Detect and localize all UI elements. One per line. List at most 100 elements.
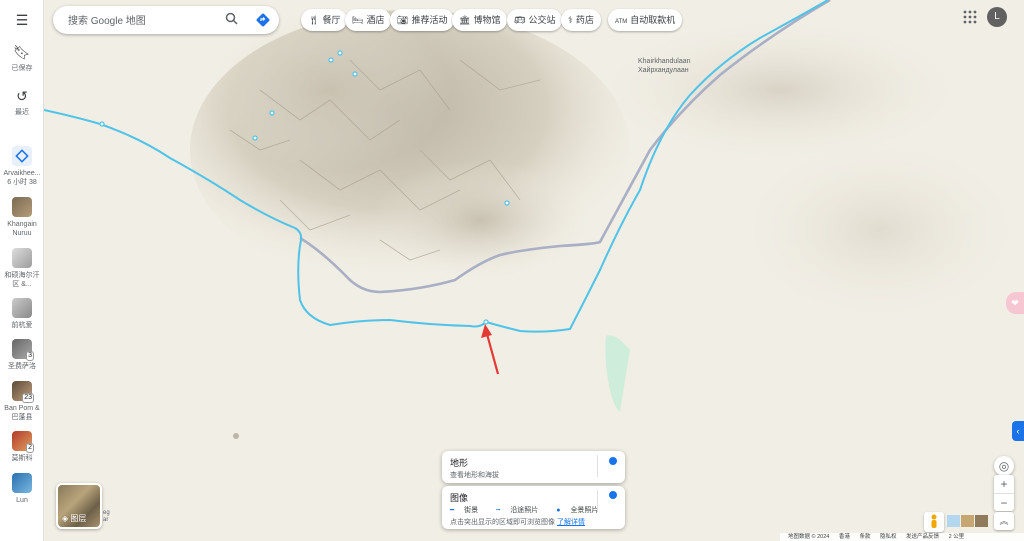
place-thumbnail bbox=[12, 248, 32, 268]
pharmacy-icon: ⚕ bbox=[568, 15, 573, 25]
chip-things-to-do[interactable]: 📷︎ 推荐活动 bbox=[390, 9, 455, 31]
count-badge: 2 bbox=[26, 443, 34, 453]
recent-item-label: Ban Pom & bbox=[4, 405, 40, 412]
expand-button[interactable]: ︽ bbox=[994, 512, 1014, 530]
imagery-legend: ━ 街景 ┅ 沿途照片 ● 全景照片 bbox=[450, 506, 617, 516]
chevron-left-icon: ‹ bbox=[1016, 426, 1020, 436]
layers-icon: ◈ bbox=[62, 514, 69, 523]
place-label[interactable]: Khairkhandulaan Хайрхандулаан bbox=[638, 57, 691, 75]
collapse-panel-button[interactable]: ‹ bbox=[1012, 421, 1024, 441]
zoom-in-button[interactable]: + bbox=[994, 475, 1014, 493]
directions-icon bbox=[12, 146, 32, 166]
recent-item-label: 前杭爱 bbox=[11, 322, 33, 329]
recent-item[interactable]: 前杭爱 bbox=[0, 298, 44, 330]
recent-item-sublabel: Nuruu bbox=[12, 230, 32, 237]
region-link[interactable]: 香港 bbox=[839, 534, 850, 540]
place-thumbnail: 2 bbox=[12, 431, 34, 453]
zoom-out-button[interactable]: − bbox=[994, 493, 1014, 512]
recent-item-label: 和硕海尔汗 bbox=[4, 272, 40, 279]
my-location-button[interactable]: ◎ bbox=[994, 456, 1014, 476]
museum-icon: 🏛︎ bbox=[459, 15, 471, 25]
recent-item[interactable]: Khangain Nuruu bbox=[0, 197, 44, 238]
recent-item[interactable]: 和硕海尔汗 区 &... bbox=[0, 248, 44, 289]
learn-more-link[interactable]: 了解详情 bbox=[557, 519, 585, 526]
solid-line-icon: ━ bbox=[450, 507, 455, 514]
saved-button[interactable]: 🔖︎ 已保存 bbox=[0, 44, 44, 73]
chip-label: 公交站 bbox=[528, 15, 556, 25]
feedback-side-button[interactable]: ❤ bbox=[1006, 292, 1024, 314]
apps-grid-icon[interactable] bbox=[962, 9, 978, 25]
chip-transit[interactable]: 🚌︎ 公交站 bbox=[507, 9, 563, 31]
pano-dot-icon: ● bbox=[556, 507, 561, 514]
hamburger-icon: ☰ bbox=[15, 12, 29, 28]
my-location-icon: ◎ bbox=[998, 459, 1010, 473]
layers-button[interactable]: ◈ 图层 bbox=[56, 483, 102, 529]
plus-icon: + bbox=[1000, 477, 1008, 491]
place-thumbnail: 23 bbox=[12, 381, 34, 403]
directions-icon[interactable] bbox=[255, 12, 271, 28]
chip-label: 酒店 bbox=[366, 15, 385, 25]
fork-knife-icon: 🍴︎ bbox=[308, 15, 320, 25]
recent-button[interactable]: ↺ 最近 bbox=[0, 88, 44, 117]
recent-item[interactable]: Lun bbox=[0, 473, 44, 505]
saved-label: 已保存 bbox=[11, 65, 33, 72]
chip-atm[interactable]: ATM 自动取款机 bbox=[608, 9, 683, 31]
history-icon: ↺ bbox=[16, 88, 28, 104]
atm-icon: ATM bbox=[615, 19, 628, 25]
chip-museums[interactable]: 🏛︎ 博物馆 bbox=[452, 9, 508, 31]
terrain-title: 地形 bbox=[450, 458, 469, 468]
imagery-desc: 点击突出显示的区域即可浏览图像 了解详情 bbox=[450, 518, 617, 528]
imagery-toggle[interactable] bbox=[609, 491, 617, 499]
terms-link[interactable]: 条款 bbox=[859, 534, 870, 540]
thumbnail-text-line: eg bbox=[103, 510, 110, 516]
recent-item-label: 圣费萨洛 bbox=[8, 363, 36, 370]
zoom-controls: + − bbox=[994, 475, 1014, 511]
recent-item[interactable]: 3 圣费萨洛 bbox=[0, 339, 44, 371]
layers-label: ◈ 图层 bbox=[62, 513, 86, 524]
search-box bbox=[53, 6, 279, 34]
place-label-mn: Хайрхандулаан bbox=[638, 67, 689, 74]
recent-item[interactable]: 23 Ban Pom & 巴蓬县 bbox=[0, 381, 44, 422]
search-input[interactable] bbox=[66, 12, 220, 30]
recent-item[interactable]: 2 莫斯科 bbox=[0, 431, 44, 463]
chip-label: 推荐活动 bbox=[411, 15, 448, 25]
legend-photos: ┅ 沿途照片 bbox=[496, 507, 546, 514]
pegman-button[interactable] bbox=[924, 512, 944, 532]
legend-street: ━ 街景 bbox=[450, 507, 486, 514]
legend-photos-label: 沿途照片 bbox=[510, 507, 539, 514]
bed-icon: 🛏︎ bbox=[352, 15, 364, 25]
chevron-up-icon: ︽ bbox=[999, 516, 1009, 526]
feedback-link[interactable]: 发送产品反馈 bbox=[906, 534, 939, 540]
place-label-en: Khairkhandulaan bbox=[638, 58, 691, 65]
recent-item-sublabel: 区 &... bbox=[12, 281, 32, 288]
count-badge: 3 bbox=[26, 351, 34, 361]
chip-label: 餐厅 bbox=[322, 15, 341, 25]
imagery-desc-text: 点击突出显示的区域即可浏览图像 bbox=[450, 519, 555, 526]
chip-pharmacies[interactable]: ⚕ 药店 bbox=[561, 9, 601, 31]
imagery-title: 图像 bbox=[450, 493, 469, 503]
terrain-toggle[interactable] bbox=[609, 457, 617, 465]
place-thumbnail: 3 bbox=[12, 339, 34, 361]
recent-item-sublabel: 巴蓬县 bbox=[11, 414, 33, 421]
recent-item-sublabel: 6 小时 38 bbox=[7, 179, 37, 186]
map-type-thumbnails[interactable] bbox=[947, 515, 989, 527]
bookmark-icon: 🔖︎ bbox=[13, 44, 31, 60]
menu-button[interactable]: ☰ bbox=[0, 12, 44, 32]
legend-pano-label: 全景照片 bbox=[570, 507, 599, 514]
place-thumbnail bbox=[12, 473, 32, 493]
chip-hotels[interactable]: 🛏︎ 酒店 bbox=[345, 9, 392, 31]
terrain-layer-card[interactable]: 地形 查看地形和海拔 bbox=[442, 451, 625, 483]
recent-item[interactable]: Arvaikhee... 6 小时 38 bbox=[0, 146, 44, 187]
place-thumbnail bbox=[12, 298, 32, 318]
left-rail: ☰ 🔖︎ 已保存 ↺ 最近 Arvaikhee... 6 小时 38 Khang… bbox=[0, 0, 44, 541]
imagery-layer-card[interactable]: 图像 ━ 街景 ┅ 沿途照片 ● 全景照片 点击突出显示的区域即可浏览图像 了解… bbox=[442, 486, 625, 529]
search-icon[interactable] bbox=[225, 12, 238, 28]
recent-item-label: Lun bbox=[16, 497, 28, 504]
legend-pano: ● 全景照片 bbox=[556, 507, 606, 514]
scale-label[interactable]: 2 公里 bbox=[949, 534, 965, 540]
place-thumbnail bbox=[12, 197, 32, 217]
chip-label: 自动取款机 bbox=[630, 15, 676, 25]
chip-restaurants[interactable]: 🍴︎ 餐厅 bbox=[301, 9, 348, 31]
avatar[interactable]: L bbox=[987, 7, 1007, 27]
privacy-link[interactable]: 隐私权 bbox=[880, 534, 897, 540]
